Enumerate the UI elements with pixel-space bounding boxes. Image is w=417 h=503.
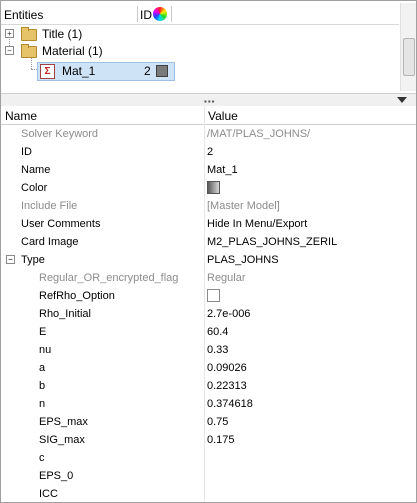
property-name: Color	[21, 182, 48, 194]
splitter-grip[interactable]: ▪▪▪	[204, 97, 216, 106]
property-row-include-file[interactable]: Include File [Master Model]	[1, 197, 416, 215]
collapse-icon[interactable]: −	[6, 255, 15, 264]
property-name: b	[39, 380, 46, 392]
tree-item-label: Material (1)	[42, 44, 103, 58]
property-value: /MAT/PLAS_JOHNS/	[207, 128, 311, 140]
property-row-n[interactable]: n 0.374618	[1, 395, 416, 413]
material-label: Mat_1	[62, 64, 96, 78]
property-name: Solver Keyword	[21, 128, 99, 140]
tree-item-title[interactable]: + Title (1)	[1, 26, 181, 42]
property-name: Name	[21, 164, 51, 176]
property-row-nu[interactable]: nu 0.33	[1, 341, 416, 359]
property-row-rho-initial[interactable]: Rho_Initial 2.7e-006	[1, 305, 416, 323]
name-column-header[interactable]: Name	[5, 109, 37, 123]
property-value[interactable]: 2	[207, 146, 213, 158]
property-row-id[interactable]: ID 2	[1, 143, 416, 161]
property-row-regular-flag[interactable]: Regular_OR_encrypted_flag Regular	[1, 269, 416, 287]
property-row-solver-keyword[interactable]: Solver Keyword /MAT/PLAS_JOHNS/	[1, 125, 416, 143]
property-row-type[interactable]: − Type PLAS_JOHNS	[1, 251, 416, 269]
entity-tree-panel: Entities ID + Title (1) − Material (1) Σ…	[1, 1, 416, 93]
property-value[interactable]: M2_PLAS_JOHNS_ZERIL	[207, 236, 337, 248]
expand-icon[interactable]: +	[5, 29, 14, 38]
color-swatch-button[interactable]	[207, 181, 220, 194]
property-name: SIG_max	[39, 434, 85, 446]
property-name: nu	[39, 344, 52, 356]
material-browser-window: Entities ID + Title (1) − Material (1) Σ…	[0, 0, 417, 503]
refrho-option-checkbox[interactable]	[207, 289, 220, 302]
property-rows: Solver Keyword /MAT/PLAS_JOHNS/ ID 2 Nam…	[1, 125, 416, 502]
material-id: 2	[144, 64, 151, 78]
property-row-a[interactable]: a 0.09026	[1, 359, 416, 377]
column-separator[interactable]	[137, 6, 138, 22]
entities-column-header[interactable]: Entities	[4, 8, 43, 22]
column-separator[interactable]	[171, 6, 172, 22]
property-value: [Master Model]	[207, 200, 280, 212]
id-column-header[interactable]: ID	[140, 8, 152, 22]
property-value[interactable]: 0.09026	[207, 362, 247, 374]
tree-vertical-scrollbar[interactable]	[400, 3, 416, 91]
property-row-icc[interactable]: ICC	[1, 485, 416, 502]
property-value[interactable]: 0.33	[207, 344, 228, 356]
property-name: ICC	[39, 488, 58, 500]
property-row-eps-max[interactable]: EPS_max 0.75	[1, 413, 416, 431]
property-value[interactable]: Hide In Menu/Export	[207, 218, 307, 230]
property-row-b[interactable]: b 0.22313	[1, 377, 416, 395]
property-name: a	[39, 362, 46, 374]
collapse-icon[interactable]: −	[5, 46, 14, 55]
property-grid: Name Value Solver Keyword /MAT/PLAS_JOHN…	[1, 106, 416, 502]
property-value[interactable]: PLAS_JOHNS	[207, 254, 279, 266]
property-name: User Comments	[21, 218, 101, 230]
entity-tree-header: Entities ID	[1, 4, 399, 25]
property-name: Include File	[21, 200, 78, 212]
property-row-sig-max[interactable]: SIG_max 0.175	[1, 431, 416, 449]
property-name: RefRho_Option	[39, 290, 115, 302]
property-row-card-image[interactable]: Card Image M2_PLAS_JOHNS_ZERIL	[1, 233, 416, 251]
folder-icon	[21, 27, 37, 41]
panel-splitter[interactable]: ▪▪▪	[1, 93, 416, 106]
property-name: n	[39, 398, 46, 410]
scrollbar-thumb[interactable]	[403, 38, 415, 76]
property-row-name[interactable]: Name Mat_1	[1, 161, 416, 179]
value-column-header[interactable]: Value	[208, 109, 238, 123]
property-value[interactable]: 0.75	[207, 416, 228, 428]
property-value[interactable]: 2.7e-006	[207, 308, 250, 320]
folder-icon	[21, 44, 37, 58]
property-value[interactable]: 0.175	[207, 434, 235, 446]
property-value[interactable]: 0.374618	[207, 398, 253, 410]
property-name: Card Image	[21, 236, 79, 248]
property-row-eps-0[interactable]: EPS_0	[1, 467, 416, 485]
property-value: Regular	[207, 272, 246, 284]
property-name: EPS_max	[39, 416, 88, 428]
material-color-swatch[interactable]	[156, 65, 168, 77]
tree-item-label: Title (1)	[42, 27, 83, 41]
property-name: c	[39, 452, 45, 464]
property-name: ID	[21, 146, 32, 158]
tree-item-material[interactable]: − Material (1)	[1, 43, 181, 59]
property-value[interactable]: Mat_1	[207, 164, 238, 176]
property-row-c[interactable]: c	[1, 449, 416, 467]
property-value[interactable]: 60.4	[207, 326, 228, 338]
property-name: Type	[21, 254, 45, 266]
property-row-refrho-option[interactable]: RefRho_Option	[1, 287, 416, 305]
dropdown-arrow-icon[interactable]	[397, 97, 407, 103]
color-wheel-icon[interactable]	[153, 7, 167, 21]
property-row-color[interactable]: Color	[1, 179, 416, 197]
property-grid-header: Name Value	[1, 106, 416, 125]
property-row-e[interactable]: E 60.4	[1, 323, 416, 341]
property-name: Regular_OR_encrypted_flag	[39, 272, 179, 284]
property-name: Rho_Initial	[39, 308, 91, 320]
property-value[interactable]: 0.22313	[207, 380, 247, 392]
tree-item-mat-1[interactable]: Σ Mat_1 2	[37, 62, 175, 81]
material-icon: Σ	[40, 64, 55, 79]
property-name: EPS_0	[39, 470, 74, 482]
property-row-user-comments[interactable]: User Comments Hide In Menu/Export	[1, 215, 416, 233]
property-name: E	[39, 326, 47, 338]
